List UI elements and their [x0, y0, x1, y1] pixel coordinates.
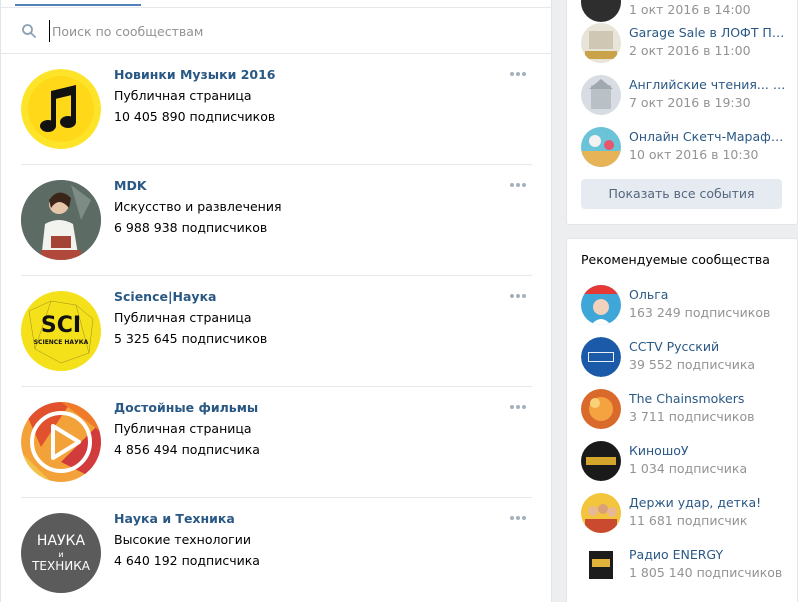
event-thumb: [581, 23, 621, 63]
event-thumb: [581, 0, 621, 22]
more-options-icon[interactable]: [510, 64, 532, 76]
more-options-icon[interactable]: [510, 286, 532, 298]
music-note-icon: [21, 69, 101, 149]
recommended-name[interactable]: Радио ENERGY: [629, 547, 789, 563]
community-subscribers: 10 405 890 подписчиков: [114, 109, 276, 124]
recommended-count: 1 034 подписчика: [629, 461, 748, 476]
recommended-thumb: [581, 441, 621, 481]
event-date: 1 окт 2016 в 14:00: [629, 2, 751, 17]
community-type: Высокие технологии: [114, 532, 251, 547]
event-title[interactable]: Garage Sale в ЛОФТ ПРОЕКТ: [629, 25, 789, 41]
sci-logo-subtext: SCIENCE НАУКА: [33, 339, 89, 346]
event-date: 10 окт 2016 в 10:30: [629, 147, 759, 162]
community-row[interactable]: MDK Искусство и развлечения 6 988 938 по…: [21, 165, 532, 276]
community-name[interactable]: MDK: [114, 178, 281, 194]
community-name[interactable]: Достойные фильмы: [114, 400, 260, 416]
nauka-logo-line2: и: [58, 550, 64, 559]
recommended-count: 3 711 подписчиков: [629, 409, 755, 424]
community-row[interactable]: Новинки Музыки 2016 Публичная страница 1…: [21, 54, 532, 165]
recommended-count: 39 552 подписчика: [629, 357, 756, 372]
community-type: Публичная страница: [114, 310, 252, 325]
more-options-icon[interactable]: [510, 397, 532, 409]
event-date: 7 окт 2016 в 19:30: [629, 95, 751, 110]
recommended-count: 1 805 140 подписчиков: [629, 565, 783, 580]
recommended-name[interactable]: Держи удар, детка!: [629, 495, 789, 511]
recommended-thumb: [581, 493, 621, 533]
show-all-events-button[interactable]: Показать все события: [581, 179, 782, 209]
person-photo-icon: [21, 180, 101, 260]
more-options-icon[interactable]: [510, 508, 532, 520]
recommended-name[interactable]: Ольга: [629, 287, 789, 303]
recommended-name[interactable]: CCTV Русский: [629, 339, 789, 355]
nauka-logo-line3: ТЕХНИКА: [32, 559, 90, 573]
community-name[interactable]: Новинки Музыки 2016: [114, 67, 276, 83]
events-widget: 1 окт 2016 в 14:00 Garage Sale в ЛОФТ ПР…: [566, 0, 798, 225]
community-name[interactable]: Наука и Техника: [114, 511, 260, 527]
community-row[interactable]: НАУКА и ТЕХНИКА Наука и Техника Высокие …: [21, 498, 532, 602]
nauka-logo-line1: НАУКА: [36, 533, 86, 549]
more-options-icon[interactable]: [510, 175, 532, 187]
community-subscribers: 5 325 645 подписчиков: [114, 331, 268, 346]
recommended-thumb: [581, 337, 621, 377]
community-avatar-nauka[interactable]: НАУКА и ТЕХНИКА: [21, 513, 101, 593]
search-input[interactable]: [49, 20, 529, 42]
community-type: Публичная страница: [114, 421, 252, 436]
recommended-communities-widget: Рекомендуемые сообщества Ольга 163 249 п…: [566, 238, 798, 602]
community-type: Искусство и развлечения: [114, 199, 282, 214]
sci-logo-text: SCI: [40, 313, 82, 338]
recommended-title: Рекомендуемые сообщества: [581, 252, 770, 267]
recommended-thumb: [581, 545, 621, 585]
event-title[interactable]: Английские чтения... Англия: [629, 77, 789, 93]
event-thumb: [581, 127, 621, 167]
recommended-count: 11 681 подписчик: [629, 513, 748, 528]
community-subscribers: 6 988 938 подписчиков: [114, 220, 268, 235]
community-avatar-films[interactable]: [21, 402, 101, 482]
community-avatar-mdk[interactable]: [21, 180, 101, 260]
community-row[interactable]: SCI SCIENCE НАУКА Science|Наука Публична…: [21, 276, 532, 387]
search-icon: [22, 24, 36, 38]
community-name[interactable]: Science|Наука: [114, 289, 267, 305]
community-avatar-science[interactable]: SCI SCIENCE НАУКА: [21, 291, 101, 371]
recommended-name[interactable]: The Chainsmokers: [629, 391, 789, 407]
recommended-thumb: [581, 285, 621, 325]
recommended-count: 163 249 подписчиков: [629, 305, 771, 320]
community-avatar-music[interactable]: [21, 69, 101, 149]
communities-panel: Новинки Музыки 2016 Публичная страница 1…: [0, 0, 552, 602]
recommended-thumb: [581, 389, 621, 429]
community-row[interactable]: Достойные фильмы Публичная страница 4 85…: [21, 387, 532, 498]
active-tab-indicator: [15, 4, 141, 6]
event-thumb: [581, 75, 621, 115]
event-title[interactable]: Онлайн Скетч-Марафон.: [629, 129, 789, 145]
search-row: [1, 8, 552, 54]
community-type: Публичная страница: [114, 88, 252, 103]
community-subscribers: 4 856 494 подписчика: [114, 442, 260, 457]
community-subscribers: 4 640 192 подписчика: [114, 553, 260, 568]
recommended-name[interactable]: КиношоУ: [629, 443, 789, 459]
event-date: 2 окт 2016 в 11:00: [629, 43, 751, 58]
play-icon: [21, 402, 101, 482]
